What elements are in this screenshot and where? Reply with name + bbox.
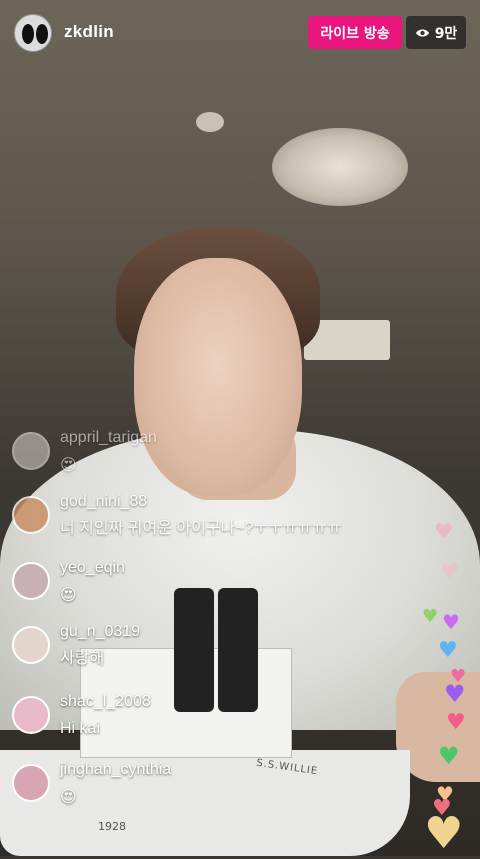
comment-username: jinghan_cynthia <box>60 761 172 778</box>
live-badge: 라이브 방송 <box>308 16 402 49</box>
comment-item[interactable]: gu_n_0319 사랑해 <box>12 622 140 670</box>
broadcaster-username[interactable]: zkdlin <box>64 22 114 42</box>
comment-username: shac_l_2008 <box>60 693 151 710</box>
comment-item[interactable]: appril_tarigan 😍 <box>12 428 157 476</box>
comment-text: 😍 <box>60 585 77 604</box>
comment-text: Hi kai <box>60 720 101 737</box>
comment-username: god_nini_88 <box>60 493 148 510</box>
comment-text: 😍 <box>60 787 77 806</box>
lego-boat: S.S.WILLIE 1928 <box>0 588 410 856</box>
comment-text: 사랑해 <box>60 650 105 667</box>
heart-icon: ♥ <box>444 680 466 708</box>
heart-icon: ♥ <box>446 710 466 735</box>
comment-item[interactable]: god_nini_88 너 지인짜 귀여운 아이구나~?ㅜㅜㅠㅠㅠㅠ <box>12 492 342 540</box>
comment-avatar[interactable] <box>12 562 50 600</box>
comment-username: yeo_eqin <box>60 559 125 576</box>
comment-avatar[interactable] <box>12 764 50 802</box>
ceiling-fixture <box>196 112 224 132</box>
heart-icon: ♥ <box>434 520 454 545</box>
broadcaster-avatar[interactable] <box>14 14 52 52</box>
comment-text: 😍 <box>60 455 77 474</box>
heart-icon: ♥ <box>422 606 439 627</box>
boat-funnel <box>174 588 214 712</box>
ceiling-light <box>272 128 408 206</box>
comment-avatar[interactable] <box>12 496 50 534</box>
avatar-eye-icon <box>34 22 50 46</box>
comment-avatar[interactable] <box>12 432 50 470</box>
comment-username: gu_n_0319 <box>60 623 141 640</box>
comment-item[interactable]: yeo_eqin 😍 <box>12 558 125 606</box>
heart-icon: ♥ <box>438 638 458 663</box>
viewer-count-badge[interactable]: 9만 <box>406 16 466 49</box>
comment-item[interactable]: shac_l_2008 Hi kai <box>12 692 151 740</box>
boat-number-label: 1928 <box>98 820 126 833</box>
top-bar: zkdlin 라이브 방송 9만 <box>0 0 480 64</box>
heart-icon: ♥ <box>438 742 460 770</box>
comment-avatar[interactable] <box>12 626 50 664</box>
boat-funnel <box>218 588 258 712</box>
floating-hearts: ♥ ♥ ♥ ♥ ♥ ♥ ♥ ♥ ♥ ♥ ♥ ♥ <box>420 520 480 859</box>
heart-icon: ♥ <box>424 808 464 859</box>
eye-icon <box>415 28 429 37</box>
comment-text: 너 지인짜 귀여운 아이구나~?ㅜㅜㅠㅠㅠㅠ <box>60 520 342 537</box>
comment-item[interactable]: jinghan_cynthia 😍 <box>12 760 171 808</box>
heart-icon: ♥ <box>442 610 460 634</box>
person-face <box>134 258 302 496</box>
comment-avatar[interactable] <box>12 696 50 734</box>
viewer-count: 9만 <box>434 25 458 42</box>
comment-username: appril_tarigan <box>60 429 157 446</box>
heart-icon: ♥ <box>440 560 460 585</box>
